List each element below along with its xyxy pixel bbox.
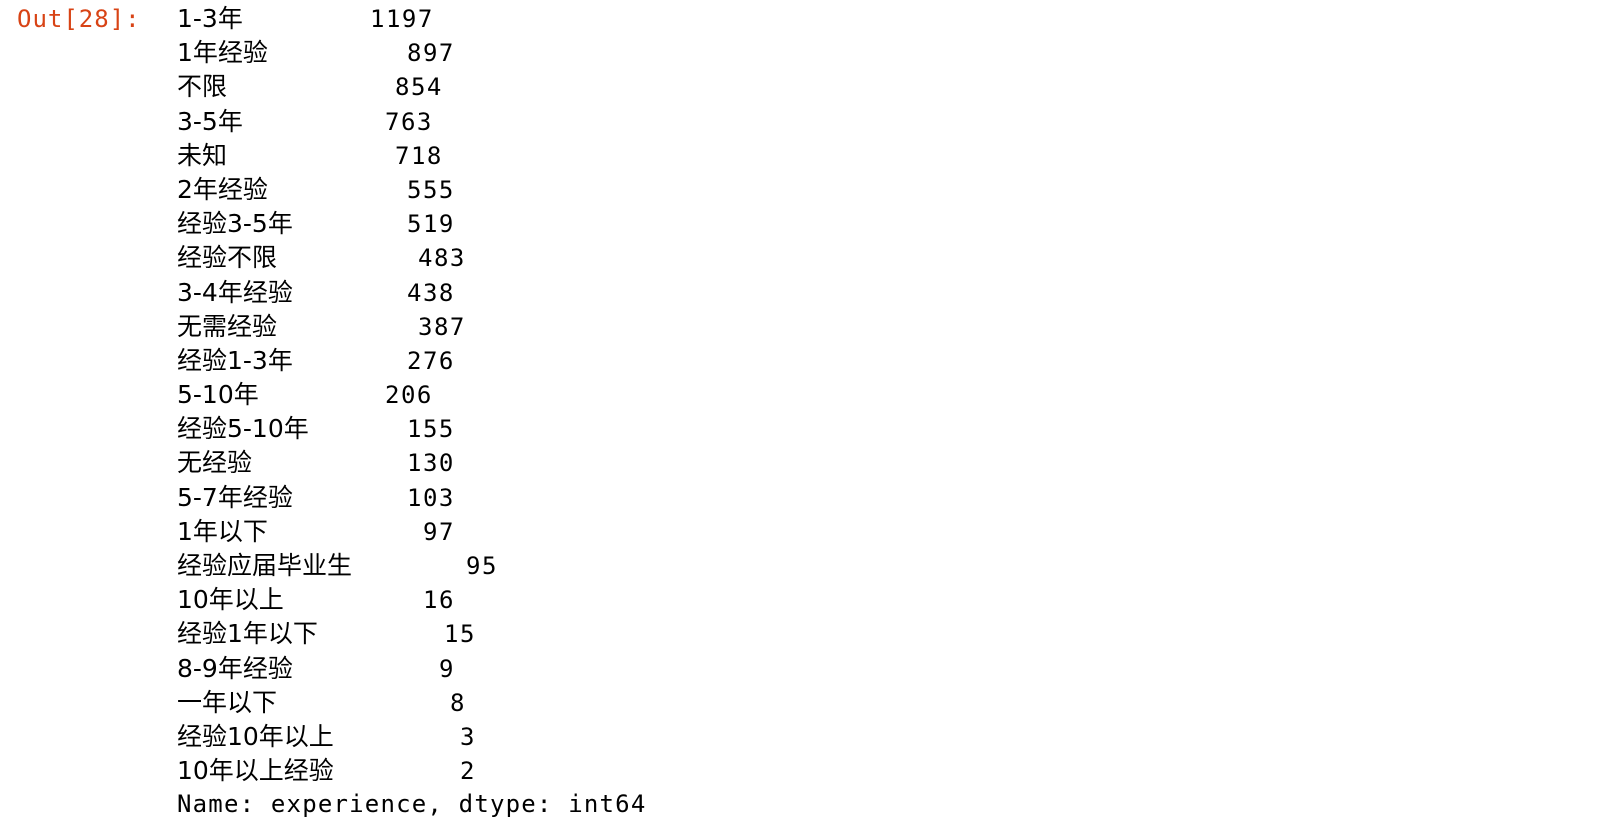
series-row-label: 未知	[177, 140, 228, 170]
series-row-value: 15	[444, 620, 476, 649]
series-row-label: 经验10年以上	[177, 721, 334, 751]
series-row: 1年经验 897	[177, 36, 1077, 70]
series-row: 10年以上经验 2	[177, 754, 1077, 788]
series-output: 1-3年 1197 1年经验 897 不限 854 3-5年 763 未知 718 2年经验 555 经…	[177, 2, 1077, 788]
series-row-value: 9	[439, 654, 455, 683]
series-row: 不限 854	[177, 70, 1077, 104]
series-row-label: 一年以下	[177, 687, 278, 717]
series-row: 无经验 130	[177, 446, 1077, 480]
output-prompt: Out[28]:	[17, 5, 141, 33]
series-row: 8-9年经验 9	[177, 652, 1077, 686]
series-row-label: 经验3-5年	[177, 209, 293, 239]
series-row-label: 经验5-10年	[177, 414, 309, 444]
series-row-value: 387	[418, 312, 466, 341]
series-row: 3-4年经验 438	[177, 276, 1077, 310]
series-row: 经验1年以下 15	[177, 617, 1077, 651]
series-row-label: 1年以下	[177, 516, 268, 546]
series-row-value: 276	[407, 346, 455, 375]
series-footer: Name: experience, dtype: int64	[177, 790, 647, 818]
series-row-label: 无经验	[177, 448, 253, 478]
series-row: 一年以下 8	[177, 686, 1077, 720]
series-row: 无需经验 387	[177, 310, 1077, 344]
series-row-label: 1-3年	[177, 4, 243, 33]
series-row: 经验3-5年 519	[177, 207, 1077, 241]
series-row-value: 16	[423, 586, 455, 615]
series-row-value: 763	[385, 107, 433, 136]
series-row: 10年以上 16	[177, 583, 1077, 617]
series-row-label: 10年以上经验	[177, 756, 334, 786]
series-row-value: 438	[407, 278, 455, 307]
series-row: 未知 718	[177, 139, 1077, 173]
series-row-value: 483	[418, 244, 466, 273]
series-row-label: 经验1-3年	[177, 345, 293, 375]
series-row-value: 1197	[370, 5, 434, 33]
series-row: 5-10年 206	[177, 378, 1077, 412]
series-row: 经验10年以上 3	[177, 720, 1077, 754]
series-row: 1-3年 1197	[177, 2, 1077, 36]
series-row-label: 3-5年	[177, 106, 243, 136]
series-row-value: 130	[407, 449, 455, 478]
series-row-value: 519	[407, 210, 455, 239]
series-row-value: 854	[395, 73, 443, 102]
series-row-value: 718	[395, 141, 443, 170]
series-row-value: 155	[407, 415, 455, 444]
series-row-label: 3-4年经验	[177, 277, 293, 307]
series-row-label: 10年以上	[177, 585, 284, 615]
series-row: 3-5年 763	[177, 105, 1077, 139]
series-row-value: 103	[407, 483, 455, 512]
series-row-value: 2	[460, 757, 476, 786]
series-row-value: 3	[460, 722, 476, 751]
series-row-label: 1年经验	[177, 38, 268, 68]
series-row-value: 897	[407, 39, 455, 68]
series-row-label: 2年经验	[177, 174, 268, 204]
series-row: 5-7年经验 103	[177, 481, 1077, 515]
output-cell: Out[28]: 1-3年 1197 1年经验 897 不限 854 3-5年 763 未知 71…	[0, 0, 1600, 820]
series-row-label: 8-9年经验	[177, 653, 293, 683]
series-row-label: 经验1年以下	[177, 619, 318, 649]
series-row-label: 经验不限	[177, 243, 278, 273]
series-row-label: 5-7年经验	[177, 482, 293, 512]
series-row-value: 95	[466, 552, 498, 580]
series-row: 经验1-3年 276	[177, 344, 1077, 378]
series-row-value: 206	[385, 381, 433, 410]
series-row: 经验应届毕业生 95	[177, 549, 1077, 583]
series-row-label: 经验应届毕业生	[177, 551, 353, 580]
series-row-label: 5-10年	[177, 380, 259, 410]
series-row: 经验不限 483	[177, 241, 1077, 275]
series-row-value: 555	[407, 175, 455, 204]
series-row-label: 无需经验	[177, 311, 278, 341]
series-row: 1年以下 97	[177, 515, 1077, 549]
series-row: 经验5-10年 155	[177, 412, 1077, 446]
series-row-label: 不限	[177, 72, 228, 102]
series-row-value: 97	[423, 517, 455, 546]
series-row-value: 8	[450, 688, 466, 717]
series-row: 2年经验 555	[177, 173, 1077, 207]
